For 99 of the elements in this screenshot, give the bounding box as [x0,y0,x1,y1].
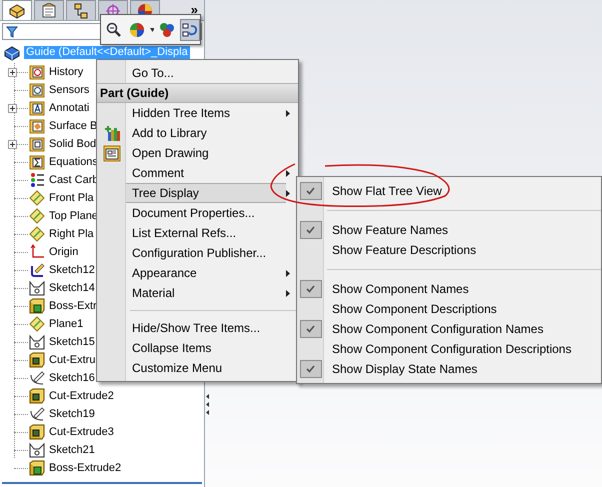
zoom-icon [106,22,122,38]
menu-item[interactable]: Hide/Show Tree Items... [126,318,298,338]
tree-item[interactable]: Sketch15 [49,334,95,350]
plane-icon [29,316,45,332]
caret-icon[interactable] [150,28,154,32]
tree-item[interactable]: Front Pla [49,190,94,206]
tree-item[interactable]: Sketch16 [49,370,95,386]
tree-item[interactable]: Sensors [49,82,90,98]
menu-item[interactable]: Show Component Configuration Names [332,320,544,338]
tree-item[interactable]: Plane1 [49,316,84,332]
boss-extrude-icon [29,298,45,314]
menu-item[interactable]: Material [126,283,286,303]
tree-display-icon [182,22,198,38]
menu-item[interactable]: List External Refs... [126,223,298,243]
menu-item[interactable]: Show Feature Names [332,221,448,239]
configuration-icon [73,2,89,18]
menu-item[interactable]: Show Flat Tree View [332,182,442,200]
menu-item[interactable]: Open Drawing [126,143,298,163]
cut-extrude-icon [29,388,45,404]
cut-extrude-icon [29,424,45,440]
menu-item[interactable]: Show Component Descriptions [332,300,497,318]
sensor-folder-icon [29,82,45,98]
menu-item[interactable]: Go To... [126,63,298,83]
annotation-folder-icon [29,100,45,116]
tree-item[interactable]: Origin [49,244,78,260]
tree-item[interactable]: Cut-Extrude2 [49,388,114,404]
color-ball-icon [128,22,145,38]
menu-item[interactable]: Configuration Publisher... [126,243,298,263]
menu-item[interactable]: Appearance [126,263,286,283]
property-icon [41,2,57,18]
plus-icon [9,140,16,148]
menu-item[interactable]: Show Feature Descriptions [332,241,476,259]
drawing-folder-icon [102,144,120,162]
menu-item[interactable]: Add to Library [126,123,298,143]
menu-item[interactable]: Document Properties... [126,203,298,223]
expand-toggle[interactable] [8,140,17,148]
library-books-icon [102,124,120,142]
spheres-icon [159,22,176,38]
tree-item[interactable]: Cut-Extrude3 [49,424,114,440]
tree-item[interactable]: Equations [49,154,98,170]
history-folder-icon [29,64,45,80]
plane-icon [29,208,45,224]
check-icon [306,325,315,333]
check-icon [306,285,315,293]
tree-item[interactable]: Sketch21 [49,442,95,458]
tree-item[interactable]: Annotati [49,100,90,116]
menu-item[interactable]: Comment [126,163,286,183]
panel-tab[interactable] [2,0,32,20]
sketch-icon [29,442,45,458]
tree-item[interactable]: Right Pla [49,226,94,242]
submenu-arrow-icon [286,170,290,176]
menu-section-header: Part (Guide) [97,83,298,103]
filter-icon [6,26,18,38]
sketch-pencil-icon [29,406,45,422]
menu-item[interactable]: Hidden Tree Items [126,103,286,123]
expand-toggle[interactable] [8,68,17,76]
submenu-arrow-icon [286,110,290,116]
tree-item[interactable]: History [49,64,84,80]
sketch-edit-icon [29,262,45,278]
surface-folder-icon [29,118,45,134]
material-list-icon [29,172,45,188]
plus-icon [9,104,16,112]
expand-toggle[interactable] [8,104,17,112]
sketch-pencil-icon [29,370,45,386]
part-icon [3,44,21,60]
menu-item[interactable]: Show Component Names [332,280,469,298]
plus-icon [9,68,16,76]
part-tree-icon [8,2,26,18]
plane-icon [29,226,45,242]
tree-item[interactable]: Sketch14 [49,280,95,296]
tree-item[interactable]: Cut-Extru [49,352,96,368]
menu-item[interactable]: Collapse Items [126,338,298,358]
boss-extrude-icon [29,460,45,476]
menu-item[interactable]: Tree Display [126,183,286,203]
tree-item[interactable]: Sketch12 [49,262,95,278]
toolbar-button[interactable] [180,18,200,40]
more-tabs-button[interactable]: » [190,0,198,20]
check-icon [306,226,315,234]
sketch-icon [29,334,45,350]
panel-tab[interactable] [66,0,96,20]
check-icon [306,187,315,195]
equation-folder-icon [29,154,45,170]
plane-icon [29,190,45,206]
tree-item[interactable]: Solid Bod [49,136,96,152]
menu-item[interactable]: Show Display State Names [332,360,478,378]
tree-item[interactable]: Boss-Extrude2 [49,460,122,476]
tree-item[interactable]: Boss-Extr [49,298,97,314]
cut-extrude-icon [29,352,45,368]
check-icon [306,365,315,373]
sketch-icon [29,280,45,296]
submenu-arrow-icon [286,290,290,296]
solid-folder-icon [29,136,45,152]
submenu-arrow-icon [286,270,290,276]
origin-icon [29,244,45,260]
menu-item[interactable]: Show Component Configuration Descriptions [332,340,572,358]
submenu-arrow-icon [286,190,290,196]
tree-item[interactable]: Sketch19 [49,406,95,422]
menu-item[interactable]: Customize Menu [126,358,298,378]
panel-tab[interactable] [34,0,64,20]
